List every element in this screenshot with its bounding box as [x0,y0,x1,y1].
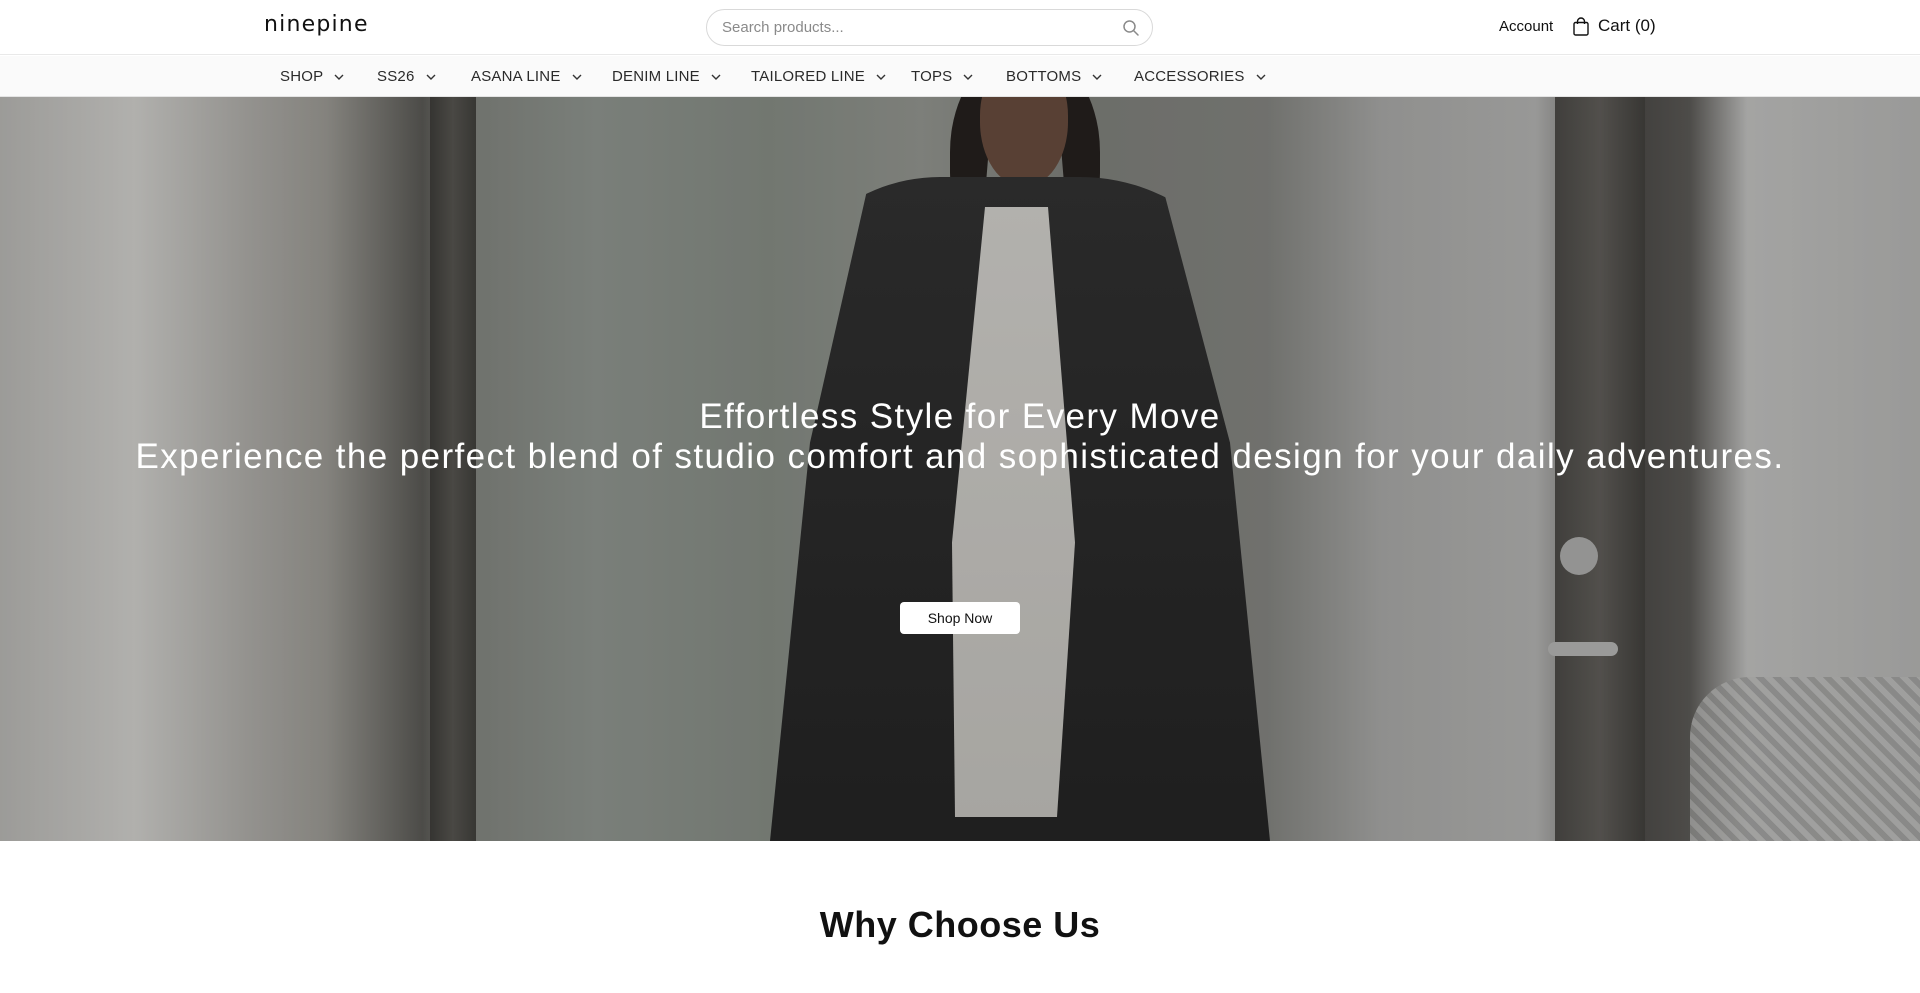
nav-item-label: TAILORED LINE [751,68,866,85]
nav-item-label: ASANA LINE [471,68,561,85]
nav-item-ss26[interactable]: SS26 [377,56,437,97]
hero-title: Effortless Style for Every Move [699,397,1221,436]
shopping-bag-icon [1572,16,1589,36]
search-bar [706,9,1153,46]
chevron-down-icon [875,71,887,83]
hero-content: Effortless Style for Every Move Experien… [0,397,1920,477]
nav-item-tailored-line[interactable]: TAILORED LINE [751,56,887,97]
nav-item-accessories[interactable]: ACCESSORIES [1134,56,1267,97]
account-link[interactable]: Account [1499,18,1553,35]
nav-item-label: TOPS [911,68,953,85]
brand-logo[interactable]: ninepine [264,12,369,37]
main-navigation: SHOP SS26 ASANA LINE DENIM LINE TAILORED… [0,56,1920,97]
chevron-down-icon [1255,71,1267,83]
nav-item-shop[interactable]: SHOP [280,56,345,97]
chevron-down-icon [571,71,583,83]
nav-item-label: DENIM LINE [612,68,700,85]
chevron-down-icon [710,71,722,83]
nav-item-label: ACCESSORIES [1134,68,1245,85]
chevron-down-icon [333,71,345,83]
nav-item-label: BOTTOMS [1006,68,1082,85]
search-icon[interactable] [1120,17,1142,39]
nav-item-denim-line[interactable]: DENIM LINE [612,56,722,97]
search-input[interactable] [722,10,1102,45]
why-choose-us-heading: Why Choose Us [819,904,1101,945]
nav-item-asana-line[interactable]: ASANA LINE [471,56,583,97]
nav-item-tops[interactable]: TOPS [911,56,974,97]
site-header: ninepine Account Cart (0) [0,0,1920,55]
shop-now-button[interactable]: Shop Now [900,602,1020,634]
hero-banner: Effortless Style for Every Move Experien… [0,97,1920,841]
chevron-down-icon [425,71,437,83]
chevron-down-icon [962,71,974,83]
chevron-down-icon [1091,71,1103,83]
cart-link[interactable]: Cart (0) [1572,16,1656,36]
cart-label: Cart (0) [1598,16,1656,35]
nav-item-label: SHOP [280,68,324,85]
hero-subtitle: Experience the perfect blend of studio c… [135,437,1785,476]
nav-item-label: SS26 [377,68,415,85]
nav-item-bottoms[interactable]: BOTTOMS [1006,56,1103,97]
